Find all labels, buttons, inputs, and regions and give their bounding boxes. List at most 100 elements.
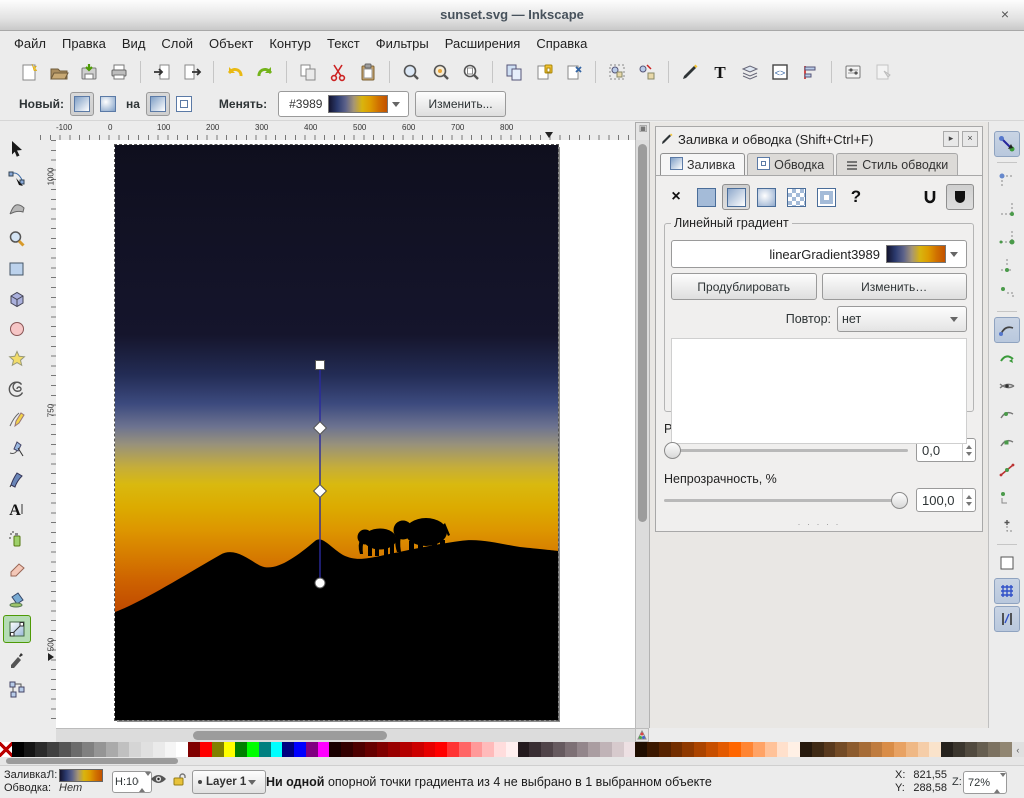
palette-swatch[interactable] [318, 742, 330, 757]
horizontal-scrollbar[interactable] [56, 728, 635, 743]
palette-swatch[interactable] [412, 742, 424, 757]
snap-bbox-toggle[interactable] [994, 168, 1020, 194]
new-document-button[interactable] [14, 57, 44, 87]
selector-tool[interactable] [3, 135, 31, 163]
vertical-ruler[interactable]: 1000 750 500 [40, 140, 57, 728]
menu-filters[interactable]: Фильтры [368, 33, 437, 54]
palette-swatch[interactable] [577, 742, 589, 757]
palette-swatch[interactable] [882, 742, 894, 757]
palette-swatch[interactable] [129, 742, 141, 757]
palette-swatch[interactable] [247, 742, 259, 757]
menu-extensions[interactable]: Расширения [437, 33, 529, 54]
vertical-scrollbar-thumb[interactable] [638, 144, 647, 522]
menu-edit[interactable]: Правка [54, 33, 114, 54]
palette-swatch[interactable] [377, 742, 389, 757]
spray-tool[interactable] [3, 525, 31, 553]
palette-swatch[interactable] [800, 742, 812, 757]
gradient-on-stroke-toggle[interactable] [172, 92, 196, 116]
palette-swatch[interactable] [988, 742, 1000, 757]
dropper-tool[interactable] [3, 645, 31, 673]
layer-lock-toggle[interactable] [172, 772, 186, 786]
palette-swatch[interactable] [753, 742, 765, 757]
palette-swatch[interactable] [0, 742, 12, 757]
opacity-slider[interactable] [664, 490, 908, 510]
star-tool[interactable] [3, 345, 31, 373]
palette-swatch[interactable] [165, 742, 177, 757]
layer-visibility-toggle[interactable] [150, 773, 167, 785]
palette-swatch[interactable] [600, 742, 612, 757]
document-properties-button[interactable] [868, 57, 898, 87]
palette-scrollbar[interactable] [0, 757, 1024, 765]
palette-swatch[interactable] [306, 742, 318, 757]
new-radial-gradient-toggle[interactable] [96, 92, 120, 116]
snap-guides-toggle[interactable] [994, 606, 1020, 632]
palette-swatch[interactable] [741, 742, 753, 757]
pencil-tool[interactable] [3, 405, 31, 433]
palette-swatch[interactable] [941, 742, 953, 757]
snap-page-border[interactable] [994, 550, 1020, 576]
palette-swatch[interactable] [659, 742, 671, 757]
palette-swatch[interactable] [47, 742, 59, 757]
palette-swatch[interactable] [94, 742, 106, 757]
zoom-page-button[interactable] [456, 57, 486, 87]
palette-swatch[interactable] [718, 742, 730, 757]
snap-line-midpoints[interactable] [994, 457, 1020, 483]
palette-swatch[interactable] [682, 742, 694, 757]
palette-swatch[interactable] [35, 742, 47, 757]
panel-resize-grip[interactable]: · · · · · [656, 519, 982, 529]
palette-swatch[interactable] [953, 742, 965, 757]
object-opacity-spinbox[interactable]: Н:100 [112, 771, 152, 793]
palette-swatch[interactable] [259, 742, 271, 757]
horizontal-scrollbar-thumb[interactable] [193, 731, 387, 740]
tab-stroke-style[interactable]: Стиль обводки [836, 153, 958, 175]
menu-text[interactable]: Текст [319, 33, 368, 54]
stroke-indicator[interactable]: Нет [47, 782, 103, 795]
palette-swatch[interactable] [671, 742, 683, 757]
palette-swatch[interactable] [588, 742, 600, 757]
spiral-tool[interactable] [3, 375, 31, 403]
3d-box-tool[interactable] [3, 285, 31, 313]
palette-swatch[interactable] [482, 742, 494, 757]
duplicate-gradient-button[interactable]: Продублировать [671, 273, 817, 300]
palette-swatch[interactable] [918, 742, 930, 757]
unlink-clone-button[interactable] [559, 57, 589, 87]
palette-swatch[interactable] [435, 742, 447, 757]
edit-gradient-button[interactable]: Изменить… [822, 273, 968, 300]
fill-rule-evenodd-button[interactable] [916, 184, 944, 210]
horizontal-ruler[interactable]: -100 0 100 200 300 400 500 600 700 800 [40, 122, 635, 141]
palette-swatch[interactable] [176, 742, 188, 757]
fill-indicator[interactable]: Л: [47, 769, 103, 782]
menu-path[interactable]: Контур [261, 33, 319, 54]
snap-grid-toggle[interactable] [994, 578, 1020, 604]
export-button[interactable] [177, 57, 207, 87]
spin-down-icon[interactable] [966, 452, 972, 456]
palette-swatch[interactable] [824, 742, 836, 757]
palette-swatch[interactable] [224, 742, 236, 757]
spin-up-icon[interactable] [966, 495, 972, 499]
palette-swatch[interactable] [141, 742, 153, 757]
palette-swatch[interactable] [529, 742, 541, 757]
palette-swatch[interactable] [365, 742, 377, 757]
eraser-tool[interactable] [3, 555, 31, 583]
print-button[interactable] [104, 57, 134, 87]
fill-none-button[interactable]: × [662, 184, 690, 210]
palette-swatch[interactable] [647, 742, 659, 757]
snap-bbox-centers[interactable] [994, 280, 1020, 306]
panel-menu-button[interactable]: ▸ [943, 131, 959, 147]
vertical-scrollbar[interactable] [635, 140, 650, 728]
palette-swatch[interactable] [424, 742, 436, 757]
tab-fill[interactable]: Заливка [660, 153, 745, 175]
fill-stroke-dialog-button[interactable] [675, 57, 705, 87]
palette-scroll-arrow[interactable]: ‹ [1012, 742, 1024, 757]
align-dialog-button[interactable] [795, 57, 825, 87]
palette-swatch[interactable] [471, 742, 483, 757]
palette-swatch[interactable] [200, 742, 212, 757]
palette-swatch[interactable] [929, 742, 941, 757]
fill-unknown-button[interactable]: ? [842, 184, 870, 210]
repeat-combo[interactable]: нет [837, 306, 967, 332]
palette-scrollbar-thumb[interactable] [6, 758, 178, 764]
palette-swatch[interactable] [106, 742, 118, 757]
panel-close-button[interactable]: × [962, 131, 978, 147]
palette-swatch[interactable] [565, 742, 577, 757]
menu-view[interactable]: Вид [114, 33, 154, 54]
